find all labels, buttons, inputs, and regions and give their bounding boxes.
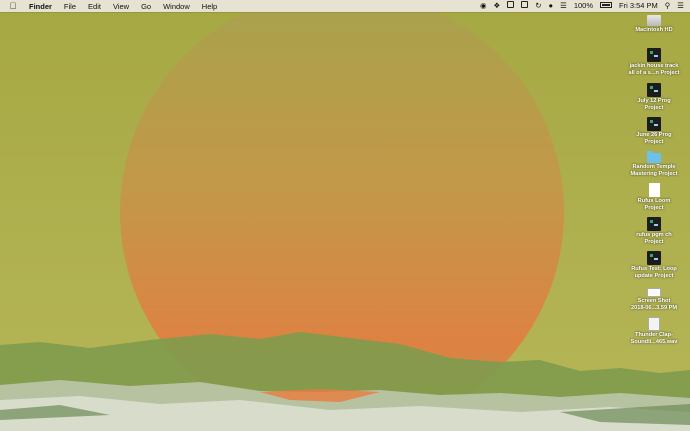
menu-edit[interactable]: Edit	[88, 2, 101, 11]
apple-menu-icon[interactable]: 	[9, 1, 17, 11]
menu-file[interactable]: File	[64, 2, 76, 11]
desktop-item-june-26[interactable]: June 26 Prog Project	[618, 117, 690, 145]
project-file-icon	[647, 217, 661, 231]
search-icon[interactable]: ⚲	[665, 0, 671, 12]
battery-percent[interactable]: 100%	[574, 0, 593, 12]
project-file-icon	[647, 251, 661, 265]
desktop-item-rufus-test[interactable]: Rufus Test: Loop update Project	[618, 251, 690, 279]
hard-disk-icon	[647, 15, 661, 26]
menu-finder[interactable]: Finder	[29, 2, 52, 11]
desktop-item-july-12[interactable]: July 12 Prog Project	[618, 83, 690, 111]
clock[interactable]: Fri 3:54 PM	[619, 0, 658, 12]
desktop-item-macintosh-hd[interactable]: Macintosh HD	[618, 13, 690, 34]
project-file-icon	[647, 117, 661, 131]
wifi-icon[interactable]: ☰	[560, 0, 567, 12]
menu-go[interactable]: Go	[141, 2, 151, 11]
menu-window[interactable]: Window	[163, 2, 190, 11]
desktop-item-jackin-house[interactable]: jackin house track all of a s...n Projec…	[618, 48, 690, 76]
notification-list-icon[interactable]: ☰	[677, 0, 684, 12]
screenshot-file-icon	[647, 288, 661, 297]
menu-bar:  Finder File Edit View Go Window Help ◉…	[0, 0, 690, 12]
mic-icon[interactable]: ●	[549, 0, 554, 12]
creative-cloud-icon[interactable]: ◉	[480, 0, 487, 12]
battery-icon[interactable]	[600, 0, 612, 12]
menu-help[interactable]: Help	[202, 2, 217, 11]
desktop-item-thunder-clap[interactable]: Thunder Clap- Soundli...465.wav	[618, 317, 690, 345]
desktop-item-rufus-loom[interactable]: Rufus Loom Project	[618, 183, 690, 211]
desktop-item-random-temple[interactable]: Random Temple Mastering Project	[618, 150, 690, 177]
icon-square-1[interactable]	[507, 0, 515, 12]
desktop-item-rufus-pgm[interactable]: rufus pgm ch Project	[618, 217, 690, 245]
sync-icon[interactable]: ↻	[535, 0, 541, 12]
project-file-icon	[647, 83, 661, 97]
desktop-wallpaper	[0, 0, 690, 431]
dropbox-icon[interactable]: ❖	[494, 0, 501, 12]
menu-view[interactable]: View	[113, 2, 129, 11]
document-icon	[648, 183, 660, 197]
desktop-item-screen-shot[interactable]: Screen Shot 2018-06...3.59 PM	[618, 284, 690, 311]
folder-icon	[647, 151, 661, 163]
audio-file-icon	[648, 317, 660, 331]
icon-square-2[interactable]	[521, 0, 529, 12]
project-file-icon	[647, 48, 661, 62]
